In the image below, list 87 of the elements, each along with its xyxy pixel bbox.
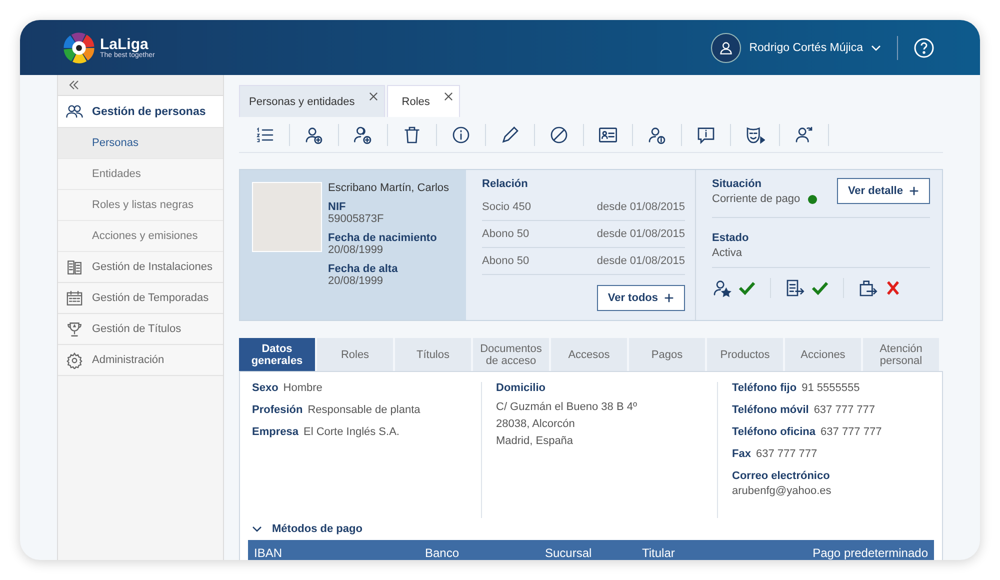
sidebar-label: Administración — [92, 354, 164, 366]
field-label: Fecha de alta — [328, 263, 399, 275]
people-icon — [66, 103, 83, 120]
status-value: Activa — [712, 247, 743, 259]
field-value: 637 777 777 — [820, 426, 882, 438]
detail-tab[interactable]: Atención personal — [863, 338, 939, 371]
detail-tab[interactable]: Productos — [707, 338, 783, 371]
settings-icon — [66, 352, 83, 368]
tab-label: Roles — [402, 96, 430, 108]
field-value: 20/08/1999 — [328, 244, 384, 256]
user-name[interactable]: Rodrigo Cortés Mújica — [749, 42, 863, 54]
document-arrow-icon — [785, 278, 805, 298]
field-label: Fecha de nacimiento — [328, 232, 438, 244]
field-label: Teléfono fijo — [732, 382, 797, 394]
trophy-icon — [66, 320, 83, 338]
plus-icon — [909, 186, 919, 196]
close-icon[interactable] — [444, 92, 453, 101]
relation-name: Abono 50 — [482, 255, 530, 267]
column-header[interactable]: Sucursal — [545, 546, 642, 560]
field-value: Hombre — [283, 382, 322, 394]
field-value: 59005873F — [328, 213, 385, 225]
address-line: 28038, Alcorcón — [496, 417, 576, 432]
section-title: Relación — [482, 178, 529, 190]
document-tab[interactable]: Roles — [386, 85, 460, 117]
detail-tab[interactable]: Documentos de acceso — [473, 338, 549, 371]
field-label: Teléfono oficina — [732, 426, 816, 438]
sidebar-label: Gestión de Títulos — [92, 323, 182, 335]
field-value: 91 5555555 — [802, 382, 860, 394]
field-value: arubenfg@yahoo.es — [732, 485, 832, 497]
field-label: Fax — [732, 448, 751, 460]
user-star-icon — [712, 278, 732, 298]
field-label: Teléfono móvil — [732, 404, 809, 416]
sidebar-label: Gestión de Instalaciones — [92, 261, 212, 273]
detail-tab[interactable]: Datos generales — [239, 338, 315, 371]
help-icon[interactable] — [914, 38, 934, 58]
field-label: Correo electrónico — [732, 470, 831, 482]
field-label: Profesión — [252, 404, 303, 416]
avatar-icon[interactable] — [711, 32, 742, 62]
field-label: Domicilio — [496, 382, 547, 394]
field-value: 637 777 777 — [756, 448, 818, 460]
field-value: 637 777 777 — [814, 404, 875, 416]
logo-name: LaLiga — [100, 36, 148, 52]
sidebar-subitem[interactable]: Personas — [58, 128, 223, 159]
relation-date: desde 01/08/2015 — [596, 228, 685, 240]
close-icon[interactable] — [368, 92, 378, 101]
bag-arrow-icon — [858, 278, 878, 298]
field-value: Responsable de planta — [308, 404, 420, 416]
sidebar-label: Gestión de personas — [92, 106, 206, 118]
section-title: Situación — [712, 178, 763, 190]
column-header[interactable]: IBAN — [254, 546, 425, 560]
view-detail-button[interactable]: Ver detalle — [836, 178, 930, 204]
chevron-down-icon — [252, 524, 262, 534]
sidebar-item[interactable]: Gestión de personas — [58, 96, 223, 128]
section-title: Estado — [712, 232, 750, 244]
document-tab[interactable]: Personas y entidades — [239, 85, 385, 117]
sidebar-label: Gestión de Temporadas — [92, 292, 209, 304]
payment-methods-toggle[interactable]: Métodos de pago — [248, 518, 934, 540]
status-value: Corriente de pago — [712, 193, 800, 205]
column-header[interactable]: Titular — [642, 546, 752, 560]
address-line: C/ Guzmán el Bueno 38 B 4º — [496, 400, 638, 415]
chevron-down-icon[interactable] — [871, 42, 881, 52]
detail-tab[interactable]: Accesos — [551, 338, 627, 371]
logo-icon — [62, 30, 96, 64]
relation-name: Socio 450 — [482, 201, 531, 213]
relation-date: desde 01/08/2015 — [596, 201, 685, 213]
detail-tab[interactable]: Roles — [317, 338, 393, 371]
column-header[interactable]: Banco — [425, 546, 545, 560]
field-value: 20/08/1999 — [328, 275, 384, 287]
calendar-icon — [66, 290, 83, 306]
column-header[interactable]: Pago predeterminado — [752, 546, 928, 560]
view-all-button[interactable]: Ver todos — [596, 285, 685, 311]
relation-date: desde 01/08/2015 — [596, 255, 685, 267]
detail-tab[interactable]: Pagos — [629, 338, 705, 371]
field-value: El Corte Inglés S.A. — [303, 426, 400, 438]
collapse-icon[interactable] — [68, 79, 80, 91]
detail-tab[interactable]: Títulos — [395, 338, 471, 371]
field-label: NIF — [328, 201, 347, 213]
field-label: Empresa — [252, 426, 298, 438]
detail-tab[interactable]: Acciones — [785, 338, 861, 371]
field-label: Sexo — [252, 382, 278, 394]
photo-placeholder — [252, 182, 322, 252]
person-name: Escribano Martín, Carlos — [328, 182, 450, 194]
relation-name: Abono 50 — [482, 228, 530, 240]
plus-icon — [664, 293, 674, 303]
tab-label: Personas y entidades — [249, 96, 355, 108]
address-line: Madrid, España — [496, 434, 574, 449]
building-icon — [66, 258, 83, 276]
